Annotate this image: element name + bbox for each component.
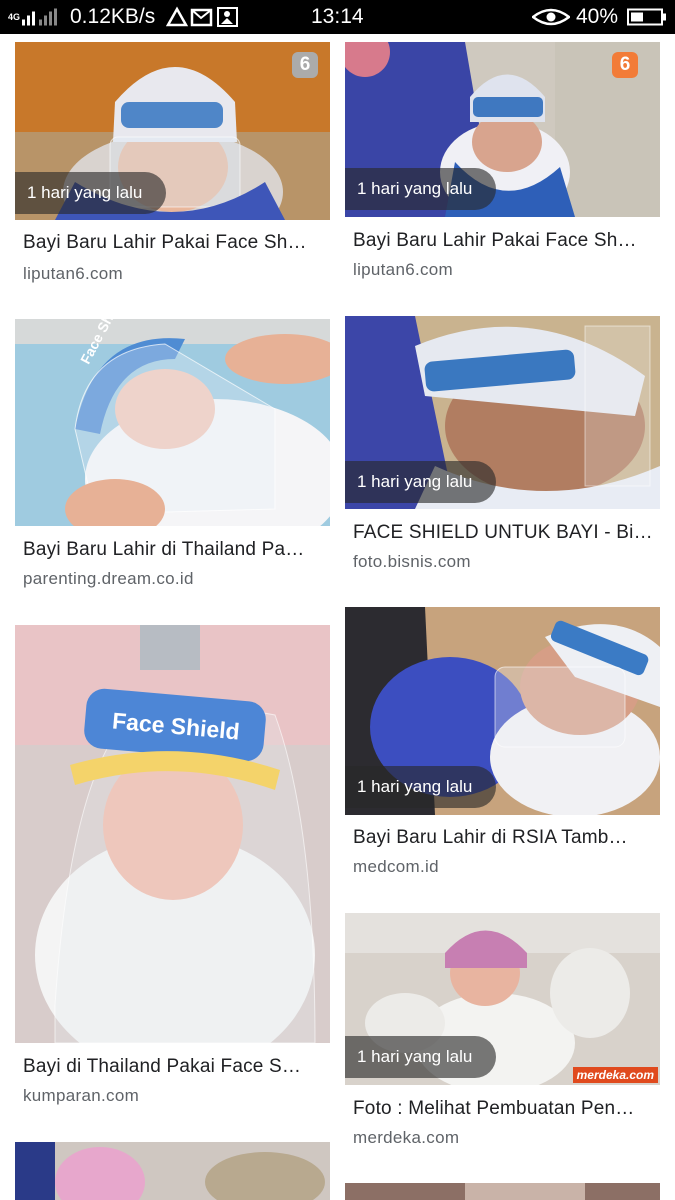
image-result-card[interactable]: Face Shield Bayi di Thailand Pakai Face … <box>15 625 330 1105</box>
image-result-card[interactable]: 1 hari yang lalu merdeka.com Foto : Meli… <box>345 913 660 1153</box>
result-thumbnail[interactable]: Face Shield <box>15 319 330 526</box>
result-title[interactable]: Bayi Baru Lahir di Thailand Pa… <box>23 539 323 561</box>
time-ago-badge: 1 hari yang lalu <box>345 461 497 503</box>
result-source[interactable]: liputan6.com <box>23 264 123 284</box>
time-ago-badge: 1 hari yang lalu <box>345 1036 497 1078</box>
time-ago-badge: 1 hari yang lalu <box>15 172 167 214</box>
baby-photo <box>15 625 330 1043</box>
baby-photo <box>15 319 330 526</box>
baby-photo <box>15 1142 330 1200</box>
result-source[interactable]: parenting.dream.co.id <box>23 569 194 589</box>
result-thumbnail[interactable]: 1 hari yang lalu <box>345 316 660 509</box>
image-result-card-partial[interactable] <box>15 1142 330 1200</box>
liputan6-logo: 6 <box>612 52 638 78</box>
result-thumbnail[interactable]: 6 1 hari yang lalu <box>15 42 330 220</box>
result-title[interactable]: Foto : Melihat Pembuatan Pen… <box>353 1098 653 1120</box>
status-bar: 4G 0.12KB/s 13:14 40% <box>0 0 675 34</box>
clock: 13:14 <box>311 5 364 28</box>
baby-photo <box>345 1183 660 1200</box>
time-ago-badge: 1 hari yang lalu <box>345 766 497 808</box>
result-thumbnail[interactable]: 1 hari yang lalu <box>345 607 660 815</box>
result-title[interactable]: FACE SHIELD UNTUK BAYI - Bi… <box>353 522 653 544</box>
result-thumbnail[interactable]: 6 1 hari yang lalu <box>345 42 660 217</box>
eye-icon <box>532 8 570 26</box>
network-speed: 0.12KB/s <box>70 5 156 28</box>
result-thumbnail[interactable]: Face Shield <box>15 625 330 1043</box>
result-thumbnail[interactable]: 1 hari yang lalu merdeka.com <box>345 913 660 1085</box>
image-result-card-partial[interactable] <box>345 1183 660 1200</box>
image-result-card[interactable]: Face Shield Bayi Baru Lahir di Thailand … <box>15 319 330 599</box>
result-title[interactable]: Bayi Baru Lahir di RSIA Tamb… <box>353 827 653 849</box>
time-ago-badge: 1 hari yang lalu <box>345 168 497 210</box>
network-type-label: 4G <box>8 12 21 22</box>
battery-percent: 40% <box>576 5 619 28</box>
image-result-card[interactable]: 1 hari yang lalu Bayi Baru Lahir di RSIA… <box>345 607 660 887</box>
result-source[interactable]: liputan6.com <box>353 260 453 280</box>
image-result-card[interactable]: 1 hari yang lalu FACE SHIELD UNTUK BAYI … <box>345 316 660 586</box>
signal-icon <box>22 8 57 26</box>
liputan6-logo: 6 <box>292 52 318 78</box>
result-source[interactable]: medcom.id <box>353 857 439 877</box>
result-source[interactable]: foto.bisnis.com <box>353 552 471 572</box>
result-source[interactable]: merdeka.com <box>353 1128 459 1148</box>
notification-icons <box>166 6 238 27</box>
battery-icon <box>627 8 666 26</box>
result-title[interactable]: Bayi Baru Lahir Pakai Face Sh… <box>353 230 653 252</box>
merdeka-watermark: merdeka.com <box>572 1067 658 1083</box>
image-result-card[interactable]: 6 1 hari yang lalu Bayi Baru Lahir Pakai… <box>15 42 330 302</box>
result-title[interactable]: Bayi di Thailand Pakai Face S… <box>23 1056 323 1078</box>
image-result-card[interactable]: 6 1 hari yang lalu Bayi Baru Lahir Pakai… <box>345 42 660 302</box>
result-source[interactable]: kumparan.com <box>23 1086 139 1106</box>
result-title[interactable]: Bayi Baru Lahir Pakai Face Sh… <box>23 232 323 254</box>
